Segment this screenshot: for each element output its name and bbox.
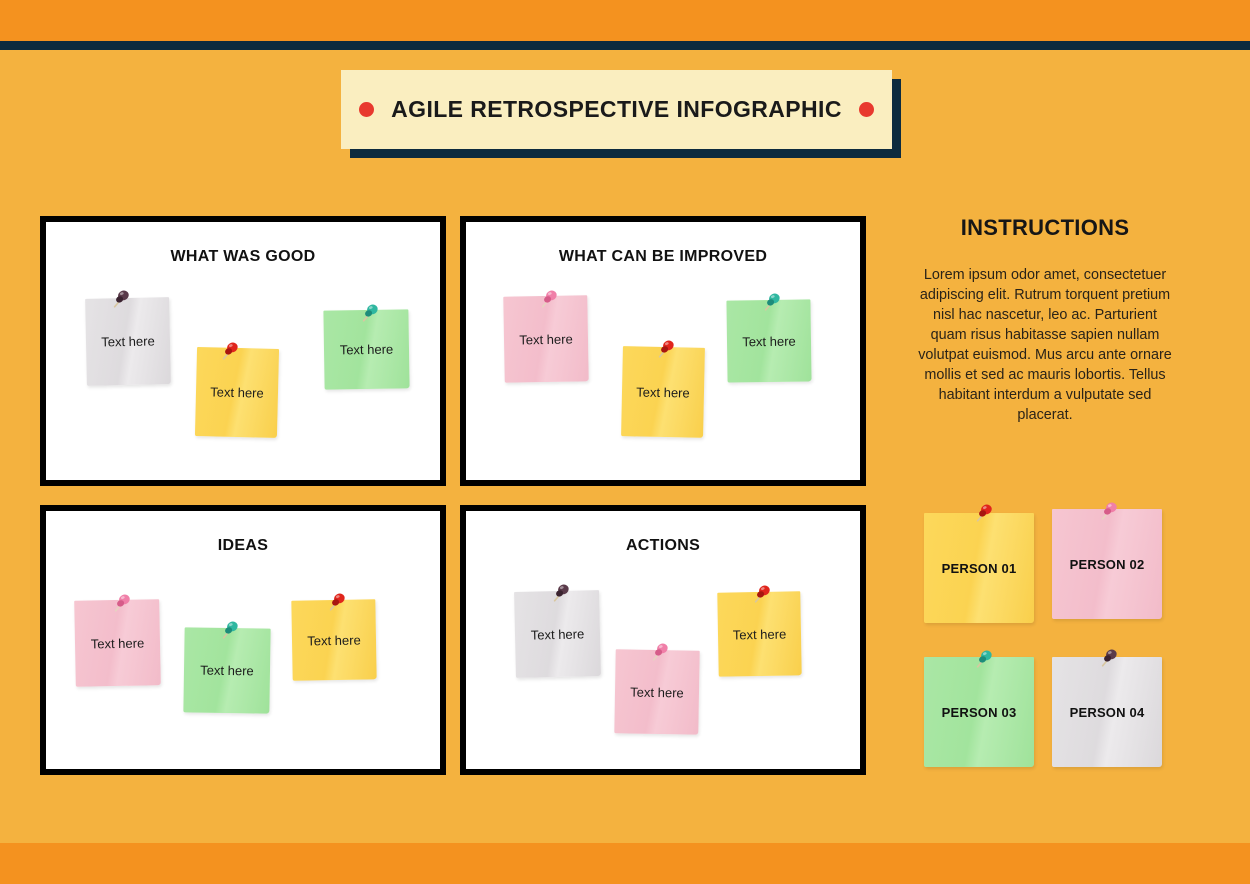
person-card-label: PERSON 02 [1069, 556, 1145, 572]
sticky-note[interactable]: Text here [503, 295, 589, 383]
red-dot-icon-left [359, 102, 375, 117]
top-navy-rule [0, 41, 1250, 50]
sticky-note-text: Text here [339, 341, 394, 358]
sticky-note-text: Text here [530, 625, 585, 643]
sticky-note-text: Text here [90, 634, 145, 652]
sticky-note[interactable]: Text here [85, 297, 171, 386]
sticky-note-text: Text here [630, 684, 684, 700]
sticky-note[interactable]: Text here [614, 649, 700, 735]
instructions-heading: INSTRUCTIONS [960, 215, 1130, 240]
title-banner: AGILE RETROSPECTIVE INFOGRAPHIC [341, 70, 901, 158]
sticky-note-text: Text here [210, 384, 264, 401]
bottom-orange-band [0, 843, 1250, 884]
sticky-note-text: Text here [732, 626, 787, 642]
panel-title-actions: ACTIONS [625, 537, 701, 554]
sticky-note[interactable]: Text here [194, 347, 280, 438]
sticky-note[interactable]: Text here [726, 299, 812, 383]
panel-title-what-can-be-improved: WHAT CAN BE IMPROVED [558, 248, 768, 265]
person-card[interactable]: PERSON 01 [924, 513, 1034, 623]
person-card[interactable]: PERSON 03 [924, 657, 1034, 767]
instructions-body: Lorem ipsum odor amet, consectetuer adip… [918, 267, 1172, 423]
sticky-note[interactable]: Text here [621, 346, 705, 438]
panel-title-ideas: IDEAS [217, 537, 269, 554]
person-card-label: PERSON 03 [941, 704, 1017, 720]
panel-title-what-was-good: WHAT WAS GOOD [170, 248, 316, 265]
sticky-note[interactable]: Text here [323, 309, 410, 390]
page-title: AGILE RETROSPECTIVE INFOGRAPHIC [391, 96, 842, 122]
person-card[interactable]: PERSON 04 [1052, 657, 1162, 767]
sticky-note-text: Text here [307, 632, 361, 648]
sticky-note[interactable]: Text here [291, 599, 377, 681]
sticky-note-text: Text here [636, 383, 690, 401]
red-dot-icon-right [858, 102, 874, 117]
person-card-label: PERSON 01 [941, 560, 1017, 576]
sticky-note-text: Text here [200, 662, 254, 679]
sticky-note-text: Text here [519, 331, 573, 347]
sticky-note-text: Text here [742, 333, 796, 349]
sticky-note[interactable]: Text here [74, 599, 161, 687]
sticky-note-text: Text here [101, 333, 155, 350]
person-card-label: PERSON 04 [1069, 704, 1145, 720]
sticky-note[interactable]: Text here [717, 591, 802, 677]
top-orange-band [0, 0, 1250, 41]
sticky-note[interactable]: Text here [183, 627, 271, 714]
banner-plate: AGILE RETROSPECTIVE INFOGRAPHIC [341, 70, 892, 149]
person-card[interactable]: PERSON 02 [1052, 509, 1162, 619]
sticky-note[interactable]: Text here [514, 590, 601, 678]
